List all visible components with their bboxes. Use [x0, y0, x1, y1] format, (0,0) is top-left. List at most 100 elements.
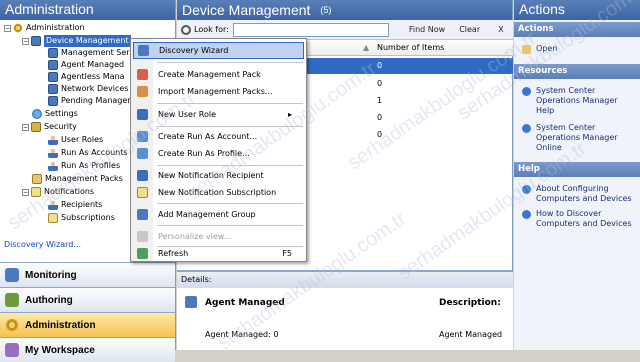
menu-item-add-management-group[interactable]: Add Management Group	[133, 206, 304, 223]
tree-label: Pending Manager	[61, 96, 131, 105]
wunderbar-administration[interactable]: Administration	[0, 312, 175, 337]
menu-item-new-notification-subscription[interactable]: New Notification Subscription	[133, 184, 304, 201]
tree-node-management-packs[interactable]: Management Packs	[32, 173, 123, 185]
collapse-icon[interactable]: −	[22, 37, 29, 45]
tree-label: Run As Profiles	[61, 161, 121, 170]
tree-node-security[interactable]: − Security	[22, 121, 77, 133]
collapse-icon[interactable]: −	[22, 188, 29, 196]
menu-separator	[157, 203, 303, 204]
tree-node-run-as-profiles[interactable]: Run As Profiles	[48, 160, 120, 172]
user-icon	[48, 161, 58, 171]
user-icon	[48, 200, 58, 210]
monitoring-icon	[5, 268, 19, 282]
tree-node-settings[interactable]: Settings	[32, 108, 78, 120]
help-icon	[522, 185, 531, 194]
tree-label: Agentless Mana	[61, 72, 125, 81]
menu-item-personalize-view: Personalize view...	[133, 228, 304, 245]
menu-item-label: Add Management Group	[158, 210, 256, 219]
link-how-to-discover[interactable]: How to Discover Computers and Devices	[522, 209, 634, 229]
collapse-icon[interactable]: −	[4, 24, 11, 32]
menu-item-create-run-as-profile[interactable]: Create Run As Profile...	[133, 145, 304, 162]
discovery-wizard-link[interactable]: Discovery Wizard...	[4, 240, 81, 249]
help-icon	[522, 210, 531, 219]
menu-item-label: New Notification Recipient	[158, 171, 264, 180]
wunderbar-label: My Workspace	[25, 344, 95, 356]
cell-count: 0	[377, 79, 383, 88]
personalize-icon	[137, 231, 148, 242]
link-scom-online[interactable]: System Center Operations Manager Online	[522, 123, 634, 153]
action-open[interactable]: Open	[522, 44, 557, 54]
agent-icon	[48, 60, 58, 70]
look-for-label: Look for:	[194, 25, 229, 34]
tree-label: Run As Accounts	[61, 148, 128, 157]
details-row-value: Agent Managed	[439, 330, 503, 339]
tree-node-management-servers[interactable]: Management Ser	[48, 47, 130, 59]
tree-label: Recipients	[61, 200, 103, 209]
tree-node-network-devices[interactable]: Network Devices	[48, 83, 128, 95]
envelope-icon	[48, 213, 58, 223]
menu-item-new-notification-recipient[interactable]: New Notification Recipient	[133, 167, 304, 184]
menu-item-create-run-as-account[interactable]: Create Run As Account...	[133, 128, 304, 145]
details-pane: Details: Agent Managed Description: Agen…	[177, 270, 513, 350]
search-input[interactable]	[232, 22, 389, 37]
search-icon	[181, 24, 191, 35]
menu-item-label: New Notification Subscription	[158, 188, 277, 197]
menu-separator	[157, 126, 303, 127]
close-search-icon[interactable]: X	[498, 25, 503, 34]
administration-icon	[5, 318, 19, 332]
menu-item-import-management-packs[interactable]: Import Management Packs...	[133, 83, 304, 100]
link-about-configuring[interactable]: About Configuring Computers and Devices	[522, 184, 634, 204]
subscription-icon	[137, 187, 148, 198]
menu-item-label: New User Role	[158, 110, 217, 119]
context-menu: Discovery Wizard Create Management Pack …	[130, 38, 307, 262]
section-header-actions[interactable]: Actions	[514, 22, 640, 37]
import-mp-icon	[137, 86, 148, 97]
action-label: System Center Operations Manager Online	[536, 123, 618, 152]
tree-node-agent-managed[interactable]: Agent Managed	[48, 59, 124, 71]
menu-item-create-management-pack[interactable]: Create Management Pack	[133, 66, 304, 83]
user-role-icon	[137, 109, 148, 120]
clear-button[interactable]: Clear	[459, 25, 480, 34]
cell-count: 1	[377, 96, 383, 105]
section-header-resources[interactable]: Resources	[514, 64, 640, 79]
menu-item-new-user-role[interactable]: New User Role ▸	[133, 106, 304, 123]
tree-node-pending-management[interactable]: Pending Manager	[48, 95, 131, 107]
menu-item-discovery-wizard[interactable]: Discovery Wizard	[133, 42, 304, 59]
authoring-icon	[5, 293, 19, 307]
wunderbar-authoring[interactable]: Authoring	[0, 287, 175, 312]
tree-node-administration[interactable]: − Administration	[4, 22, 85, 34]
action-label: About Configuring Computers and Devices	[536, 184, 632, 203]
link-scom-help[interactable]: System Center Operations Manager Help	[522, 86, 634, 116]
recipient-icon	[137, 170, 148, 181]
tree-node-device-management[interactable]: − Device Management	[22, 35, 131, 47]
column-header-number-of-items[interactable]: Number of Items	[377, 43, 444, 52]
find-now-button[interactable]: Find Now	[409, 25, 445, 34]
refresh-icon	[137, 248, 148, 259]
tree-node-run-as-accounts[interactable]: Run As Accounts	[48, 147, 128, 159]
tree-label: Network Devices	[61, 84, 129, 93]
navigation-pane-title: Administration	[0, 0, 175, 20]
tree-label: Security	[44, 122, 77, 131]
action-label: Open	[536, 44, 558, 53]
tree-node-recipients[interactable]: Recipients	[48, 199, 102, 211]
collapse-icon[interactable]: −	[22, 123, 29, 131]
tree-node-agentless-managed[interactable]: Agentless Mana	[48, 71, 124, 83]
tree-node-notifications[interactable]: − Notifications	[22, 186, 94, 198]
actions-pane-title: Actions	[514, 0, 640, 20]
section-header-help[interactable]: Help	[514, 162, 640, 177]
menu-separator	[157, 225, 303, 226]
tree-node-user-roles[interactable]: User Roles	[48, 134, 103, 146]
menu-item-refresh[interactable]: Refresh F5	[133, 245, 304, 262]
tree-node-subscriptions[interactable]: Subscriptions	[48, 212, 115, 224]
sort-icon[interactable]: ▲	[363, 43, 369, 52]
runas-account-icon	[137, 131, 148, 142]
tree-label: Settings	[45, 109, 78, 118]
wunderbar-monitoring[interactable]: Monitoring	[0, 262, 175, 287]
management-group-icon	[137, 209, 148, 220]
settings-icon	[32, 109, 42, 119]
actions-pane: Actions Actions Open Resources System Ce…	[514, 0, 640, 350]
submenu-arrow-icon: ▸	[287, 110, 292, 119]
folder-icon	[522, 45, 531, 54]
menu-item-label: Create Run As Account...	[158, 132, 258, 141]
pending-icon	[48, 96, 58, 106]
